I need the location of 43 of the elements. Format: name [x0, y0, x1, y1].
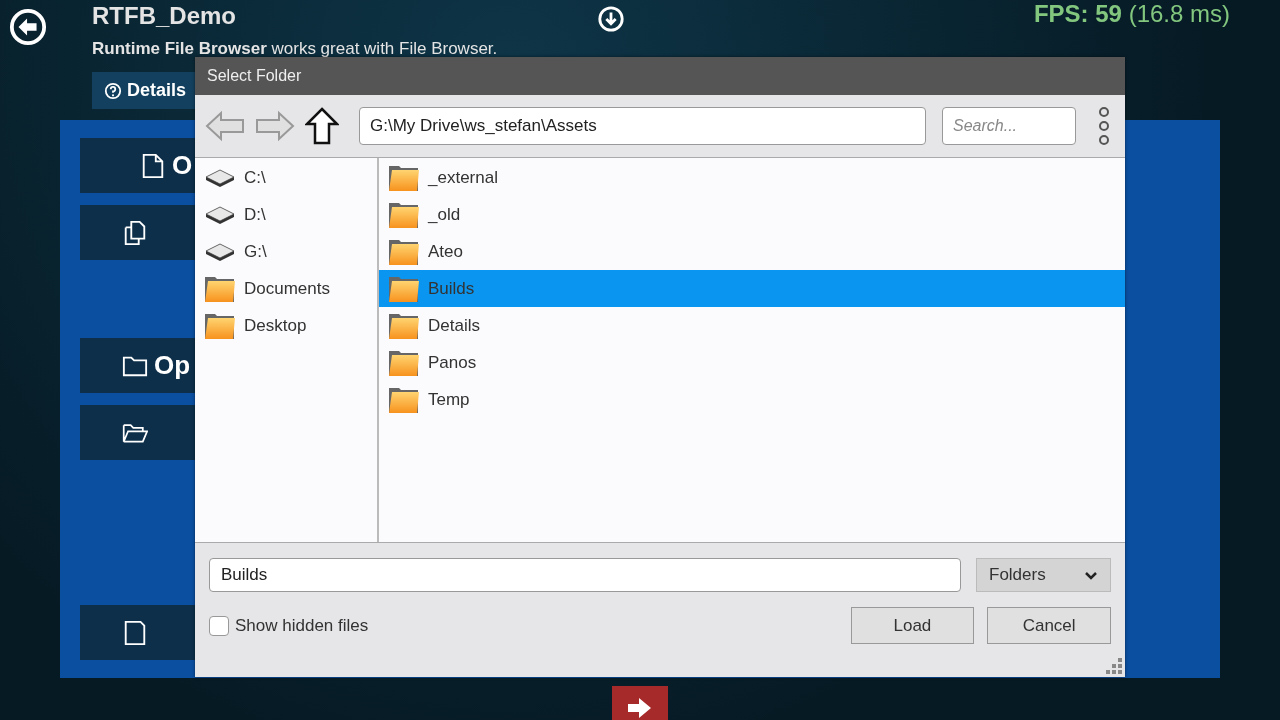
folder-item[interactable]: _external — [379, 159, 1125, 196]
folder-icon — [388, 237, 420, 266]
files-icon — [122, 219, 148, 246]
download-icon[interactable] — [597, 5, 626, 33]
help-icon — [104, 81, 122, 100]
chevron-down-icon — [1084, 570, 1098, 580]
folder-icon — [388, 348, 420, 377]
filename-field[interactable]: Builds — [209, 558, 961, 592]
app-subtitle: Runtime File Browser works great with File Browser. — [92, 39, 498, 59]
folder-item[interactable]: Temp — [379, 381, 1125, 418]
folder-item[interactable]: Details — [379, 307, 1125, 344]
folder-item[interactable]: Panos — [379, 344, 1125, 381]
sidebar-item[interactable]: G:\ — [195, 233, 377, 270]
up-arrow-icon[interactable] — [305, 107, 339, 145]
back-icon[interactable] — [9, 8, 47, 46]
filter-dropdown[interactable]: Folders — [976, 558, 1111, 592]
dialog-title: Select Folder — [195, 57, 1125, 95]
resize-grip-icon[interactable] — [1105, 657, 1123, 675]
sidebar-item[interactable]: D:\ — [195, 196, 377, 233]
folder-icon — [388, 274, 420, 303]
folder-icon — [388, 200, 420, 229]
path-field[interactable]: G:\My Drive\ws_stefan\Assets — [359, 107, 926, 145]
folder-item[interactable]: Builds — [379, 270, 1125, 307]
folder-icon — [204, 311, 236, 340]
file-icon — [140, 152, 166, 179]
app-title: RTFB_Demo — [92, 2, 236, 31]
exit-button[interactable] — [612, 686, 668, 720]
cancel-button[interactable]: Cancel — [987, 607, 1111, 644]
sidebar-item[interactable]: Documents — [195, 270, 377, 307]
sidebar-item[interactable]: Desktop — [195, 307, 377, 344]
folder-icon — [204, 274, 236, 303]
checkbox-label: Show hidden files — [235, 615, 369, 636]
fps-counter: FPS: 59 (16.8 ms) — [1033, 0, 1230, 29]
more-icon[interactable] — [1098, 106, 1110, 146]
sidebar-item[interactable]: C:\ — [195, 159, 377, 196]
folder-icon — [388, 385, 420, 414]
folder-icon — [388, 311, 420, 340]
folder-item[interactable]: Ateo — [379, 233, 1125, 270]
folder-icon — [388, 163, 420, 192]
checkbox[interactable] — [209, 615, 229, 636]
search-field[interactable]: Search... — [942, 107, 1076, 145]
load-button[interactable]: Load — [850, 607, 975, 644]
folder-item[interactable]: _old — [379, 196, 1125, 233]
